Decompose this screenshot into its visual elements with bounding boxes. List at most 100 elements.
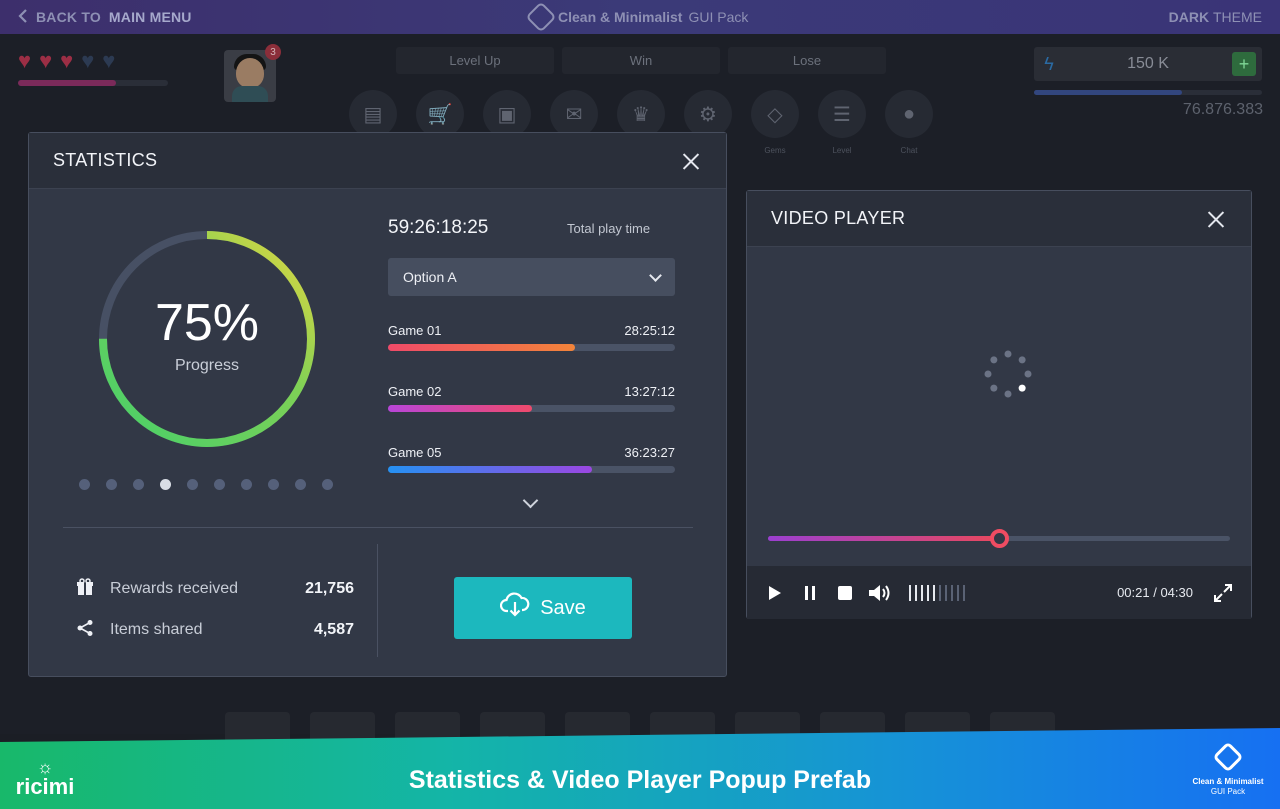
- select-value: Option A: [403, 269, 457, 285]
- play-time-label: Total play time: [567, 221, 651, 236]
- cart-icon[interactable]: 🛒: [416, 90, 464, 138]
- save-button[interactable]: Save: [454, 577, 632, 639]
- heart-icon: ♥: [18, 48, 32, 73]
- chevron-down-icon: [649, 268, 662, 282]
- gift-icon: [75, 578, 95, 600]
- spinner-dot: [1024, 370, 1032, 378]
- carousel-dot[interactable]: [133, 479, 144, 490]
- heart-empty-icon: ♥: [81, 48, 95, 73]
- heart-empty-icon: ♥: [102, 48, 116, 73]
- gear-icon[interactable]: ⚙: [684, 90, 732, 138]
- chevron-left-icon: [18, 8, 28, 26]
- add-currency-button[interactable]: +: [1232, 52, 1256, 76]
- notification-badge: 3: [265, 44, 281, 60]
- statistics-title: STATISTICS: [53, 150, 158, 170]
- volume-tick: [939, 584, 941, 601]
- game-progress-bar: [388, 466, 675, 473]
- spinner-dot: [990, 356, 998, 364]
- trophy-icon[interactable]: ♛: [617, 90, 665, 138]
- result-tabs: Level Up Win Lose: [396, 47, 886, 74]
- carousel-dot[interactable]: [322, 479, 333, 490]
- spinner-dot: [1018, 356, 1026, 364]
- tab-win[interactable]: Win: [562, 47, 720, 74]
- carousel-dot[interactable]: [79, 479, 90, 490]
- duration: 04:30: [1160, 585, 1193, 600]
- carousel-dot[interactable]: [160, 479, 171, 490]
- carousel-dot[interactable]: [214, 479, 225, 490]
- theme-toggle[interactable]: DARK THEME: [1169, 9, 1262, 25]
- shared-label: Items shared: [110, 621, 203, 638]
- icon-label-level: Level: [832, 146, 852, 155]
- fullscreen-icon[interactable]: [1211, 581, 1235, 605]
- play-icon[interactable]: [763, 581, 787, 605]
- show-more-chevron-icon[interactable]: [522, 492, 539, 509]
- spinner-dot: [1018, 384, 1026, 392]
- progress-ring: 75% Progress: [97, 229, 317, 449]
- progress-percent: 75%: [154, 294, 260, 352]
- divider: [63, 527, 693, 528]
- volume-slider[interactable]: [909, 584, 965, 601]
- stop-icon[interactable]: [833, 581, 857, 605]
- icon-label-chat: Chat: [900, 146, 918, 155]
- game-name: Game 05: [388, 445, 442, 460]
- seek-bar[interactable]: [768, 529, 1230, 548]
- chest-icon[interactable]: ▣: [483, 90, 531, 138]
- volume-tick: [909, 584, 911, 601]
- game-row: Game 05 36:23:27: [388, 445, 675, 473]
- currency-bar: [1034, 90, 1262, 95]
- statistics-popup: STATISTICS 75% Progress 59:26:18:25 Tota…: [28, 132, 727, 677]
- carousel-dot[interactable]: [268, 479, 279, 490]
- game-progress-bar: [388, 405, 675, 412]
- gem-icon[interactable]: ◇: [751, 90, 799, 138]
- health-bar: [18, 80, 168, 86]
- heart-icon: ♥: [60, 48, 74, 73]
- carousel-dot[interactable]: [187, 479, 198, 490]
- carousel-dot[interactable]: [106, 479, 117, 490]
- brand-name: Clean & Minimalist: [558, 9, 683, 25]
- chat-icon[interactable]: ●: [885, 90, 933, 138]
- footer-title: Statistics & Video Player Popup Prefab: [408, 766, 872, 794]
- volume-tick: [927, 584, 929, 601]
- currency-amount: 150 K: [1127, 55, 1169, 72]
- carousel-dot[interactable]: [241, 479, 252, 490]
- time-separator: /: [1149, 585, 1161, 600]
- volume-icon[interactable]: [868, 581, 892, 605]
- game-time: 13:27:12: [624, 384, 675, 399]
- footer-brand: Clean & Minimalist GUI Pack: [1188, 741, 1268, 796]
- seek-handle[interactable]: [989, 529, 1009, 548]
- pause-icon[interactable]: [798, 581, 822, 605]
- heart-icon: ♥: [39, 48, 53, 73]
- game-row: Game 01 28:25:12: [388, 323, 675, 351]
- video-player-popup: VIDEO PLAYER 00:21 / 04:30: [746, 190, 1252, 619]
- player-controls: 00:21 / 04:30: [747, 566, 1251, 619]
- volume-tick: [921, 584, 923, 601]
- game-name: Game 02: [388, 384, 442, 399]
- theme-label-bold: DARK: [1168, 9, 1210, 25]
- share-icon: [75, 619, 95, 641]
- mail-icon[interactable]: ✉: [550, 90, 598, 138]
- close-icon[interactable]: [1205, 208, 1227, 230]
- loading-spinner-icon: [984, 350, 1032, 398]
- volume-tick: [957, 584, 959, 601]
- volume-tick: [915, 584, 917, 601]
- close-icon[interactable]: [680, 150, 702, 172]
- video-title: VIDEO PLAYER: [771, 208, 906, 228]
- brand-logo-icon: [1212, 741, 1244, 773]
- cloud-download-icon: [500, 592, 530, 624]
- energy-currency: ϟ 150 K +: [1034, 47, 1262, 81]
- statistics-header: STATISTICS: [29, 133, 726, 189]
- list-icon[interactable]: ☰: [818, 90, 866, 138]
- icon-label-gems: Gems: [764, 146, 786, 155]
- game-time: 36:23:27: [624, 445, 675, 460]
- tab-level-up[interactable]: Level Up: [396, 47, 554, 74]
- shared-row: Items shared 4,587: [75, 619, 354, 641]
- option-select[interactable]: Option A: [388, 258, 675, 296]
- tab-lose[interactable]: Lose: [728, 47, 886, 74]
- carousel-dot[interactable]: [295, 479, 306, 490]
- back-to-main-menu-link[interactable]: BACK TO MAIN MENU: [18, 8, 192, 26]
- app-brand: Clean & Minimalist GUI Pack: [525, 1, 748, 33]
- contacts-icon[interactable]: ▤: [349, 90, 397, 138]
- volume-tick: [945, 584, 947, 601]
- spinner-dot: [1004, 350, 1012, 358]
- total-play-time: 59:26:18:25: [388, 217, 489, 238]
